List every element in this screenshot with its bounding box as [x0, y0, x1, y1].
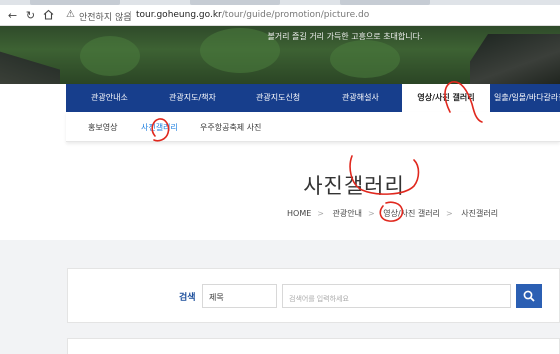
main-nav-item-sunrise[interactable]: 일출/일몰/바다갈라짐 — [494, 84, 560, 112]
hero-banner: 볼거리 즐길 거리 가득한 고흥으로 초대합니다. — [0, 26, 560, 84]
breadcrumb: HOME > 관광안내 > 영상/사진 갤러리 > 사진갤러리 — [287, 208, 504, 219]
main-nav-item-gallery[interactable]: 영상/사진 갤러리 — [402, 84, 490, 112]
home-icon[interactable] — [42, 9, 55, 22]
breadcrumb-gallery[interactable]: 영상/사진 갤러리 — [383, 209, 440, 218]
sub-nav-item-photo-gallery[interactable]: 사진갤러리 — [141, 122, 178, 133]
url-text[interactable]: tour.goheung.go.kr/tour/guide/promotion/… — [136, 10, 369, 20]
search-label: 검색 — [179, 293, 196, 303]
breadcrumb-tour-info[interactable]: 관광안내 — [333, 209, 362, 218]
hero-slogan: 볼거리 즐길 거리 가득한 고흥으로 초대합니다. — [267, 32, 423, 41]
search-field-select[interactable]: 제목 — [202, 284, 277, 308]
hero-foliage — [330, 40, 400, 78]
address-bar[interactable]: ⚠ 안전하지 않음 tour.goheung.go.kr/tour/guide/… — [60, 8, 560, 24]
sub-nav-item-festival-photos[interactable]: 우주항공축제 사진 — [200, 122, 261, 133]
warning-icon[interactable]: ⚠ — [66, 9, 75, 20]
url-host: tour.goheung.go.kr — [136, 10, 222, 20]
search-input[interactable] — [282, 284, 511, 308]
page-title: 사진갤러리 — [303, 174, 405, 198]
sub-nav-item-video[interactable]: 홍보영상 — [88, 122, 117, 133]
chevron-right-icon: > — [367, 209, 375, 218]
search-icon — [523, 290, 535, 302]
main-nav-item-info-center[interactable]: 관광안내소 — [91, 84, 128, 112]
breadcrumb-current: 사진갤러리 — [461, 209, 499, 218]
reload-icon[interactable]: ↻ — [24, 9, 37, 22]
browser-toolbar: ← ↻ ⚠ 안전하지 않음 tour.goheung.go.kr/tour/gu… — [0, 5, 560, 26]
hero-foliage — [80, 36, 140, 76]
search-button[interactable] — [516, 284, 542, 308]
main-nav-item-maps[interactable]: 관광지도/책자 — [169, 84, 216, 112]
url-path: /tour/guide/promotion/picture.do — [221, 10, 370, 20]
breadcrumb-home[interactable]: HOME — [287, 209, 311, 218]
sub-nav: 홍보영상 사진갤러리 우주항공축제 사진 — [66, 112, 560, 142]
chevron-right-icon: > — [317, 209, 324, 218]
address-divider — [130, 11, 131, 21]
hero-roof-left — [0, 51, 60, 84]
search-panel: 검색 제목 — [67, 268, 560, 323]
insecure-label[interactable]: 안전하지 않음 — [79, 10, 132, 23]
main-nav-item-guides[interactable]: 관광해설사 — [342, 84, 379, 112]
chevron-right-icon: > — [446, 209, 453, 218]
main-nav-item-map-request[interactable]: 관광지도신청 — [256, 84, 300, 112]
gallery-list-panel — [67, 338, 560, 354]
main-nav: 관광안내소 관광지도/책자 관광지도신청 관광해설사 영상/사진 갤러리 일출/… — [66, 84, 560, 112]
back-icon[interactable]: ← — [6, 9, 19, 22]
